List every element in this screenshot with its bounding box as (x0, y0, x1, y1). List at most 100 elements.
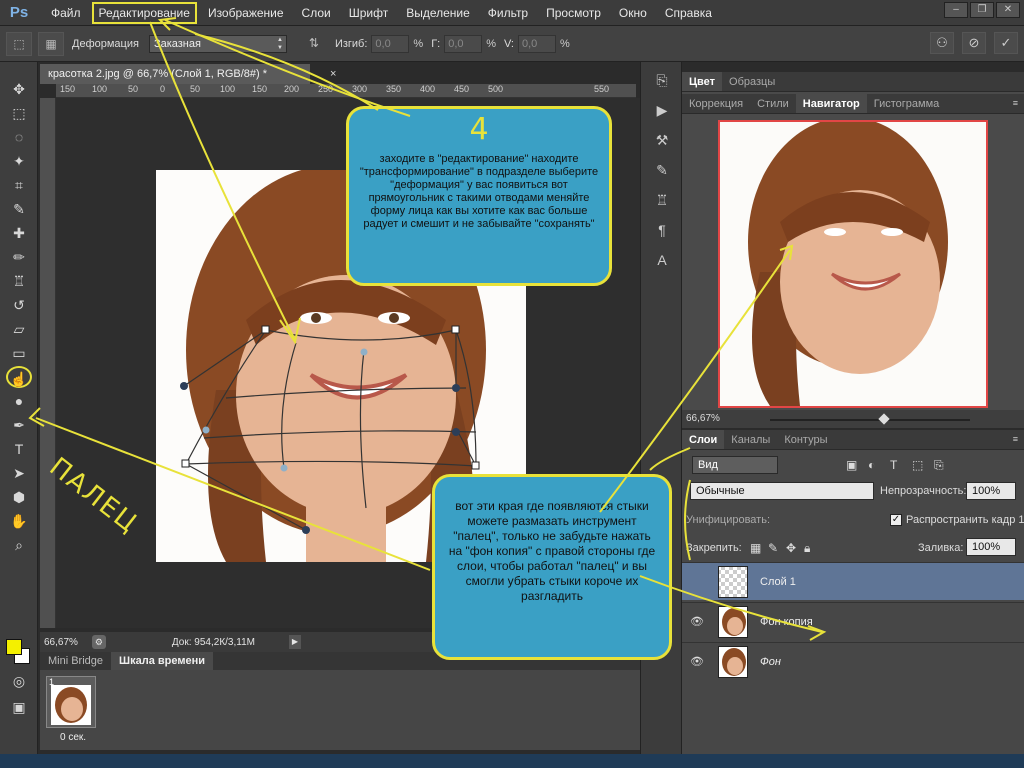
minimize-icon[interactable]: – (944, 2, 968, 18)
close-icon[interactable]: ✕ (996, 2, 1020, 18)
tab-color[interactable]: Цвет (682, 72, 723, 91)
commit-transform-icon[interactable]: ✓ (994, 32, 1018, 54)
unify-label: Унифицировать: (686, 514, 771, 526)
foreground-color-swatch[interactable] (6, 639, 22, 655)
filter-shape-icon[interactable]: ⬚ (912, 458, 923, 472)
zoom-tool-icon[interactable]: ⌕ (6, 534, 32, 556)
layer-visibility-icon[interactable]: 👁︎ (690, 615, 710, 628)
document-tab[interactable]: красотка 2.jpg @ 66,7% (Слой 1, RGB/8#) … (40, 64, 336, 84)
navigator-zoom-slider[interactable] (770, 413, 970, 425)
hand-tool-icon[interactable]: ✋ (6, 510, 32, 532)
eyedropper-icon[interactable]: ✎ (6, 198, 32, 220)
warp-orientation-icon[interactable]: ⇅ (301, 32, 327, 56)
character-panel-icon[interactable]: A (650, 248, 674, 272)
quick-mask-icon[interactable]: ◎ (6, 670, 32, 692)
puppet-warp-icon[interactable]: ⚇ (930, 32, 954, 54)
menu-edit[interactable]: Редактирование (90, 0, 199, 26)
warp-preset-select[interactable]: Заказная (148, 34, 287, 53)
grid-reference-icon[interactable]: ▦ (38, 31, 64, 56)
tab-histogram[interactable]: Гистограмма (867, 94, 947, 113)
screen-mode-icon[interactable]: ▣ (6, 696, 32, 718)
pen-tool-icon[interactable]: ✒ (6, 414, 32, 436)
marquee-tool-icon[interactable]: ⬚ (6, 102, 32, 124)
filter-adjustment-icon[interactable]: ◐ (868, 458, 875, 472)
tab-swatches[interactable]: Образцы (722, 72, 782, 91)
navigator-zoom[interactable]: 66,67% (686, 413, 720, 424)
tab-navigator[interactable]: Навигатор (795, 94, 867, 113)
paragraph-panel-icon[interactable]: ¶ (650, 218, 674, 242)
lock-position-icon[interactable]: ✥ (786, 541, 796, 555)
v-input[interactable]: 0,0 (517, 34, 556, 53)
transform-tool-icon[interactable]: ⬚ (6, 31, 32, 56)
history-brush-icon[interactable]: ↺ (6, 294, 32, 316)
lock-transparency-icon[interactable]: ▦ (750, 541, 761, 555)
propagate-checkbox[interactable]: ✓ (890, 514, 902, 526)
filter-smart-icon[interactable]: ⎘ (934, 458, 944, 473)
actions-panel-icon[interactable]: ▶ (650, 98, 674, 122)
timeline-frame[interactable]: 1 (46, 676, 96, 728)
status-settings-icon[interactable]: ⚙ (91, 635, 106, 649)
status-menu-arrow-icon[interactable]: ▶ (288, 635, 301, 649)
layer-visibility-icon[interactable]: 👁︎ (690, 655, 710, 668)
opacity-input[interactable]: 100% (966, 482, 1016, 500)
smudge-tool-icon[interactable]: ☝ (6, 366, 32, 388)
layer-row[interactable]: Слой 1 (682, 562, 1024, 600)
eraser-icon[interactable]: ▱ (6, 318, 32, 340)
layer-row[interactable]: 👁︎ Фон копия (682, 602, 1024, 640)
menu-help[interactable]: Справка (656, 0, 721, 26)
zoom-slider-knob[interactable] (878, 413, 890, 425)
tab-mini-bridge[interactable]: Mini Bridge (40, 652, 111, 670)
lock-all-icon[interactable]: 🔒︎ (804, 541, 810, 556)
layer-name[interactable]: Фон копия (760, 616, 813, 628)
dodge-tool-icon[interactable]: ● (6, 390, 32, 412)
menu-type[interactable]: Шрифт (340, 0, 397, 26)
layers-menu-icon[interactable]: ≡ (1013, 434, 1018, 444)
gradient-icon[interactable]: ▭ (6, 342, 32, 364)
menu-window[interactable]: Окно (610, 0, 656, 26)
menu-image[interactable]: Изображение (199, 0, 293, 26)
tool-presets-icon[interactable]: ⚒ (650, 128, 674, 152)
tab-layers[interactable]: Слои (682, 430, 725, 449)
shape-tool-icon[interactable]: ⬢ (6, 486, 32, 508)
tab-adjustments[interactable]: Коррекция (682, 94, 750, 113)
blend-mode-select[interactable]: Обычные (690, 482, 874, 500)
clone-stamp-icon[interactable]: ♖ (6, 270, 32, 292)
layer-name[interactable]: Слой 1 (760, 576, 796, 588)
brush-tool-icon[interactable]: ✏ (6, 246, 32, 268)
zoom-level[interactable]: 66,67% (44, 637, 78, 648)
layer-name[interactable]: Фон (760, 656, 781, 668)
magic-wand-icon[interactable]: ✦ (6, 150, 32, 172)
h-input[interactable]: 0,0 (444, 34, 483, 53)
history-panel-icon[interactable]: ⎘ (650, 68, 674, 92)
filter-type-icon[interactable]: T (890, 458, 897, 472)
fill-input[interactable]: 100% (966, 538, 1016, 556)
layer-kind-filter[interactable]: Вид (692, 456, 778, 474)
filter-pixel-icon[interactable]: ▣ (846, 458, 857, 472)
menu-layers[interactable]: Слои (293, 0, 340, 26)
tab-paths[interactable]: Контуры (777, 430, 834, 449)
path-select-icon[interactable]: ➤ (6, 462, 32, 484)
frame-delay[interactable]: 0 сек. (60, 732, 86, 743)
crop-tool-icon[interactable]: ⌗ (6, 174, 32, 196)
menu-file[interactable]: Файл (42, 0, 90, 26)
move-tool-icon[interactable]: ✥ (6, 78, 32, 100)
tab-styles[interactable]: Стили (750, 94, 796, 113)
lasso-tool-icon[interactable]: ◌ (6, 126, 32, 148)
panel-menu-icon[interactable]: ≡ (1013, 98, 1018, 108)
lock-pixels-icon[interactable]: ✎ (768, 541, 778, 555)
tab-timeline[interactable]: Шкала времени (111, 652, 213, 670)
cancel-transform-icon[interactable]: ⊘ (962, 32, 986, 54)
bend-input[interactable]: 0,0 (371, 34, 410, 53)
navigator-preview[interactable] (718, 120, 988, 408)
tab-channels[interactable]: Каналы (724, 430, 777, 449)
tab-close-icon[interactable]: × (330, 64, 336, 84)
restore-icon[interactable]: ❐ (970, 2, 994, 18)
menu-view[interactable]: Просмотр (537, 0, 610, 26)
type-tool-icon[interactable]: T (6, 438, 32, 460)
brush-panel-icon[interactable]: ✎ (650, 158, 674, 182)
clone-source-icon[interactable]: ♖ (650, 188, 674, 212)
menu-filter[interactable]: Фильтр (479, 0, 537, 26)
layer-row[interactable]: 👁︎ Фон (682, 642, 1024, 680)
menu-select[interactable]: Выделение (397, 0, 479, 26)
healing-brush-icon[interactable]: ✚ (6, 222, 32, 244)
